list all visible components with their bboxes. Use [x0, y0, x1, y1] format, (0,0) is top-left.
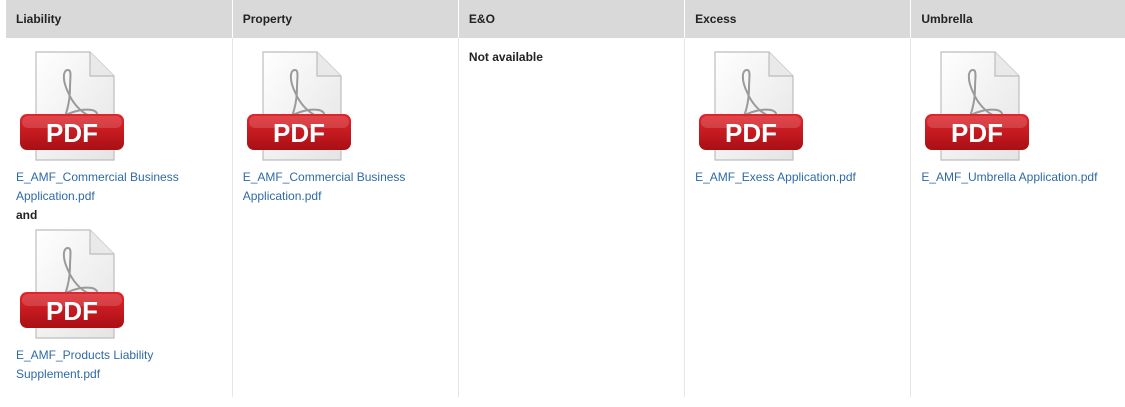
forms-row: PDF E_AMF_Commercial Business Applicatio… — [6, 38, 1125, 397]
pdf-file-icon[interactable]: PDF — [16, 48, 134, 166]
cell-property: PDF E_AMF_Commercial Business Applicatio… — [231, 38, 459, 397]
file-link-commercial-business-application[interactable]: E_AMF_Commercial Business Application.pd… — [243, 168, 433, 206]
pdf-file-icon[interactable]: PDF — [16, 226, 134, 344]
file-link-products-liability-supplement[interactable]: E_AMF_Products Liability Supplement.pdf — [16, 346, 206, 384]
pdf-file-icon[interactable]: PDF — [695, 48, 813, 166]
header-row: Liability Property E&O Excess Umbrella — [6, 0, 1125, 38]
header-umbrella: Umbrella — [910, 0, 1125, 38]
svg-text:PDF: PDF — [951, 118, 1003, 148]
svg-text:PDF: PDF — [725, 118, 777, 148]
file-link-umbrella-application[interactable]: E_AMF_Umbrella Application.pdf — [921, 168, 1111, 187]
svg-text:PDF: PDF — [46, 296, 98, 326]
cell-eo: Not available — [457, 38, 685, 397]
and-text: and — [16, 208, 38, 222]
cell-umbrella: PDF E_AMF_Umbrella Application.pdf — [910, 38, 1125, 397]
cell-excess: PDF E_AMF_Exess Application.pdf — [684, 38, 911, 397]
cell-liability: PDF E_AMF_Commercial Business Applicatio… — [6, 38, 232, 397]
svg-text:PDF: PDF — [273, 118, 325, 148]
header-excess: Excess — [684, 0, 911, 38]
header-eo: E&O — [457, 0, 685, 38]
svg-text:PDF: PDF — [46, 118, 98, 148]
pdf-file-icon[interactable]: PDF — [921, 48, 1039, 166]
header-property: Property — [231, 0, 459, 38]
file-link-commercial-business-application[interactable]: E_AMF_Commercial Business Application.pd… — [16, 168, 206, 206]
header-liability: Liability — [6, 0, 233, 38]
forms-table: Liability Property E&O Excess Umbrella P… — [6, 0, 1125, 397]
file-link-excess-application[interactable]: E_AMF_Exess Application.pdf — [695, 168, 885, 187]
not-available-text: Not available — [468, 50, 543, 64]
pdf-file-icon[interactable]: PDF — [243, 48, 361, 166]
